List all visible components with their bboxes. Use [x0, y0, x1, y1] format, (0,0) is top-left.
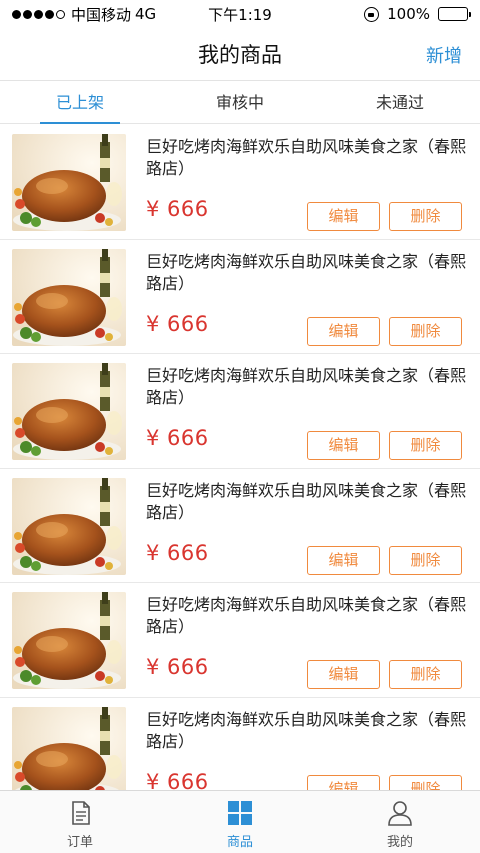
product-image: [12, 706, 126, 790]
product-list[interactable]: 巨好吃烤肉海鲜欢乐自助风味美食之家（春熙路店） ¥ 666 编辑 删除 巨好吃烤…: [0, 125, 480, 790]
bottom-tab-bar: 订单 商品 我的: [0, 790, 480, 853]
page-title: 我的商品: [198, 43, 282, 67]
product-price: ¥ 666: [146, 311, 209, 336]
status-tabs: 已上架 审核中 未通过: [0, 82, 480, 124]
delete-button[interactable]: 删除: [389, 316, 462, 346]
product-price: ¥ 666: [146, 197, 209, 221]
carrier-name: 中国移动: [71, 5, 132, 24]
product-image: [12, 477, 126, 575]
delete-button[interactable]: 删除: [389, 431, 462, 460]
product-title: 巨好吃烤肉海鲜欢乐自助风味美食之家（春熙路店）: [146, 595, 467, 636]
edit-button[interactable]: 编辑: [307, 660, 380, 689]
product-image: [12, 134, 126, 231]
document-icon: [72, 801, 90, 825]
delete-button[interactable]: 删除: [389, 202, 462, 231]
edit-button[interactable]: 编辑: [307, 431, 380, 460]
product-item[interactable]: 巨好吃烤肉海鲜欢乐自助风味美食之家（春熙路店） ¥ 666 编辑 删除: [0, 354, 480, 469]
battery-icon: [438, 7, 471, 21]
tabbar-label-products: 商品: [226, 835, 253, 850]
grid-icon: [228, 801, 252, 825]
battery-percent: 100%: [387, 5, 430, 23]
product-title: 巨好吃烤肉海鲜欢乐自助风味美食之家（春熙路店）: [146, 366, 467, 407]
product-item[interactable]: 巨好吃烤肉海鲜欢乐自助风味美食之家（春熙路店） ¥ 666 编辑 删除: [0, 697, 480, 791]
edit-button[interactable]: 编辑: [307, 202, 380, 231]
product-price: ¥ 666: [146, 769, 209, 791]
person-icon: [388, 801, 412, 826]
product-item[interactable]: 巨好吃烤肉海鲜欢乐自助风味美食之家（春熙路店） ¥ 666 编辑 删除: [0, 125, 480, 240]
edit-button[interactable]: 编辑: [307, 545, 380, 575]
delete-button[interactable]: 删除: [389, 774, 462, 790]
delete-button[interactable]: 删除: [389, 660, 462, 689]
tab-listed[interactable]: 已上架: [0, 82, 160, 124]
edit-button[interactable]: 编辑: [307, 774, 380, 790]
product-price: ¥ 666: [146, 540, 209, 565]
network-type: 4G: [135, 5, 157, 23]
delete-button[interactable]: 删除: [389, 545, 462, 575]
add-product-button[interactable]: 新增: [426, 42, 462, 68]
product-price: ¥ 666: [146, 655, 209, 679]
product-title: 巨好吃烤肉海鲜欢乐自助风味美食之家（春熙路店）: [146, 251, 467, 293]
product-item[interactable]: 巨好吃烤肉海鲜欢乐自助风味美食之家（春熙路店） ¥ 666 编辑 删除: [0, 239, 480, 354]
product-title: 巨好吃烤肉海鲜欢乐自助风味美食之家（春熙路店）: [146, 137, 467, 178]
product-price: ¥ 666: [146, 426, 209, 450]
tabbar-item-orders[interactable]: 订单: [0, 791, 160, 853]
product-title: 巨好吃烤肉海鲜欢乐自助风味美食之家（春熙路店）: [146, 709, 467, 751]
edit-button[interactable]: 编辑: [307, 316, 380, 346]
product-image: [12, 363, 126, 460]
app-screen: 中国移动 4G 下午1:19 100% 我的商品 新增 已上架 审核中 未通过: [0, 0, 480, 853]
navigation-bar: 我的商品 新增: [0, 28, 480, 81]
signal-strength-icon: [12, 9, 65, 19]
product-image: [12, 248, 126, 346]
product-item[interactable]: 巨好吃烤肉海鲜欢乐自助风味美食之家（春熙路店） ¥ 666 编辑 删除: [0, 583, 480, 698]
tabbar-item-products[interactable]: 商品: [160, 791, 320, 853]
tab-rejected[interactable]: 未通过: [320, 82, 480, 123]
rotation-lock-icon: [364, 6, 380, 22]
product-title: 巨好吃烤肉海鲜欢乐自助风味美食之家（春熙路店）: [146, 480, 467, 522]
tab-under-review[interactable]: 审核中: [160, 82, 320, 123]
status-bar: 中国移动 4G 下午1:19 100%: [0, 0, 480, 28]
product-item[interactable]: 巨好吃烤肉海鲜欢乐自助风味美食之家（春熙路店） ¥ 666 编辑 删除: [0, 468, 480, 583]
product-image: [12, 592, 126, 689]
tabbar-label-orders: 订单: [66, 835, 93, 850]
tabbar-item-me[interactable]: 我的: [320, 791, 480, 853]
tabbar-label-me: 我的: [386, 835, 413, 850]
